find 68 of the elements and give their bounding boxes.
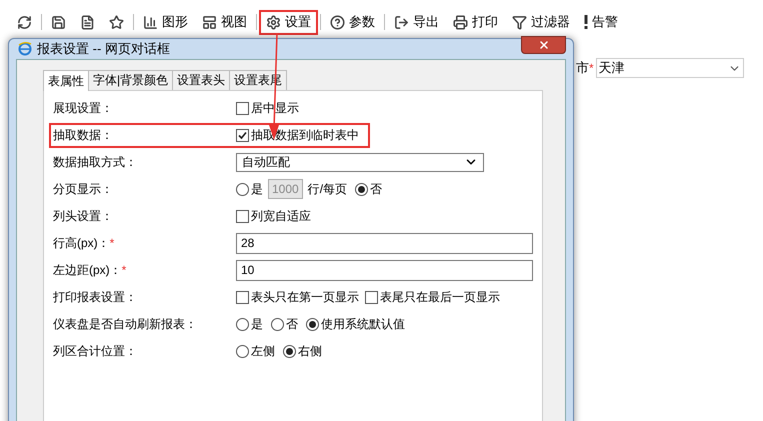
city-dropdown[interactable]: 天津 (596, 58, 744, 78)
settings-icon (266, 14, 281, 30)
unit-label: 行/每页 (308, 181, 348, 198)
toolbar-button[interactable]: 打印 (446, 10, 505, 34)
radio-button[interactable] (236, 182, 249, 196)
window-title: 报表设置 -- 网页对话框 (37, 40, 170, 58)
window-icon (202, 14, 217, 30)
checkbox[interactable] (236, 210, 249, 222)
radio-button[interactable] (236, 318, 249, 330)
field-label: 行高(px)： (53, 235, 110, 252)
browser-logo-icon (18, 42, 32, 56)
toolbar-button[interactable]: 设置 (259, 10, 318, 34)
required-mark: * (122, 262, 126, 279)
radio-button[interactable] (306, 318, 319, 330)
checkbox[interactable] (236, 128, 249, 142)
field-label: 左边距(px)： (53, 262, 122, 279)
radio-button[interactable] (355, 182, 368, 196)
field-label: 市 (576, 59, 589, 78)
toolbar-button[interactable]: 告警 (577, 10, 625, 34)
exit-icon (394, 14, 409, 30)
exclamation-icon (584, 15, 588, 29)
option-label: 表头只在第一页显示 (251, 289, 359, 306)
document-icon (80, 14, 95, 30)
field-label: 列头设置： (53, 208, 113, 225)
radio-button[interactable] (283, 344, 296, 358)
toolbar-button[interactable]: 导出 (387, 10, 446, 34)
toolbar-button[interactable]: 视图 (195, 10, 254, 34)
input-field[interactable]: 10 (236, 260, 533, 280)
filter-icon (512, 14, 527, 30)
option-label: 否 (370, 181, 382, 198)
option-label: 右侧 (298, 343, 322, 360)
dropdown-field[interactable]: 自动匹配 (236, 152, 484, 172)
radio-button[interactable] (236, 344, 249, 358)
field-label: 仪表盘是否自动刷新报表： (53, 316, 197, 333)
checkbox[interactable] (236, 290, 249, 304)
field-label: 抽取数据： (53, 127, 113, 144)
input-field[interactable]: 28 (236, 232, 533, 254)
star-icon (109, 14, 124, 30)
field-label: 分页显示： (53, 181, 113, 198)
save-icon (51, 14, 66, 30)
tab[interactable]: 字体|背景颜色 (88, 70, 174, 90)
checkbox[interactable] (365, 290, 378, 304)
field-label: 打印报表设置： (53, 289, 137, 306)
checkbox[interactable] (236, 102, 249, 114)
printer-icon (453, 14, 468, 30)
tab[interactable]: 表属性 (43, 70, 89, 90)
help-icon (330, 14, 345, 30)
required-mark: * (110, 235, 114, 252)
close-icon (538, 38, 550, 51)
field-label: 数据抽取方式： (53, 154, 137, 171)
option-label: 使用系统默认值 (321, 316, 405, 333)
toolbar-button[interactable]: 参数 (323, 10, 382, 34)
option-label: 是 (251, 316, 263, 333)
option-label: 表尾只在最后一页显示 (380, 289, 500, 306)
option-label: 列宽自适应 (251, 208, 311, 225)
required-mark: * (589, 60, 594, 77)
close-button[interactable] (521, 36, 566, 54)
option-label: 左侧 (251, 343, 275, 360)
checkmark-icon (238, 130, 247, 140)
radio-button[interactable] (271, 318, 284, 330)
bar-chart-icon (143, 14, 158, 30)
toolbar-button[interactable]: 过滤器 (505, 10, 577, 34)
option-label: 是 (251, 181, 263, 198)
option-label: 否 (286, 316, 298, 333)
refresh-icon (17, 14, 32, 30)
field-label: 展现设置： (53, 100, 113, 117)
field-label: 列区合计位置： (53, 343, 137, 360)
toolbar-button[interactable]: 图形 (136, 10, 195, 34)
